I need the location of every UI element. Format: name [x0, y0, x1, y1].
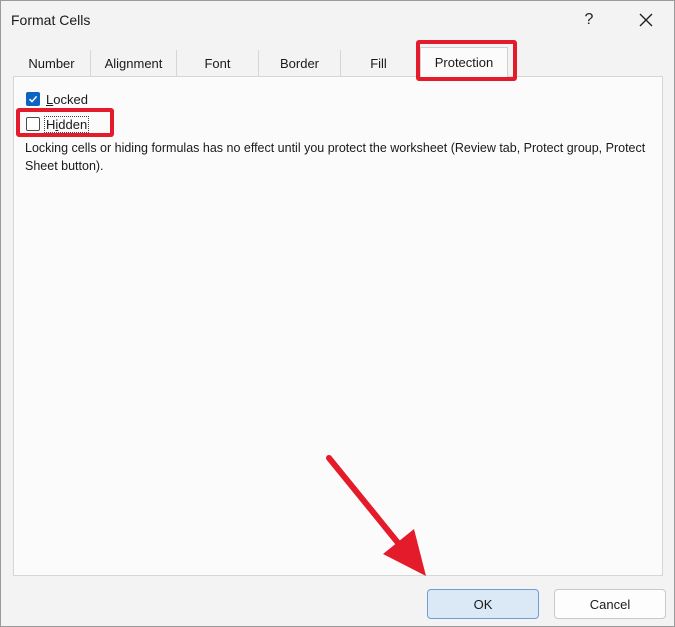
tab-font[interactable]: Font: [177, 50, 259, 77]
tab-label: Fill: [370, 56, 387, 71]
cancel-button[interactable]: Cancel: [554, 589, 666, 619]
locked-checkbox[interactable]: [26, 92, 40, 106]
hidden-label-prefix: H: [46, 117, 56, 132]
format-cells-dialog: Format Cells ? Number Alignment Font Bor…: [0, 0, 675, 627]
checkmark-icon: [28, 95, 38, 103]
locked-label[interactable]: Locked: [46, 92, 88, 107]
tab-label: Alignment: [104, 56, 163, 71]
tab-protection[interactable]: Protection: [420, 47, 508, 77]
dialog-title: Format Cells: [11, 12, 91, 28]
ok-label: OK: [473, 596, 493, 612]
close-icon: [639, 13, 653, 27]
tab-strip: Number Alignment Font Border Fill Protec…: [13, 47, 663, 77]
hidden-checkbox[interactable]: [26, 117, 40, 131]
close-button[interactable]: [629, 5, 663, 35]
tab-label: Number: [28, 56, 75, 71]
title-bar: Format Cells ?: [1, 1, 674, 39]
tab-fill[interactable]: Fill: [341, 50, 417, 77]
ok-button[interactable]: OK: [427, 589, 539, 619]
help-button[interactable]: ?: [574, 5, 604, 35]
hidden-label-rest: dden: [58, 117, 88, 132]
help-icon: ?: [584, 11, 594, 28]
protection-info-text: Locking cells or hiding formulas has no …: [25, 141, 646, 173]
tab-label: Protection: [434, 55, 494, 70]
tab-border[interactable]: Border: [259, 50, 341, 77]
cancel-label: Cancel: [589, 596, 631, 612]
tab-label: Font: [204, 56, 231, 71]
tab-label: Border: [279, 56, 320, 71]
tab-alignment[interactable]: Alignment: [91, 50, 177, 77]
hidden-label[interactable]: Hidden: [43, 116, 90, 133]
locked-label-rest: ocked: [53, 92, 88, 107]
tab-number[interactable]: Number: [13, 50, 91, 77]
